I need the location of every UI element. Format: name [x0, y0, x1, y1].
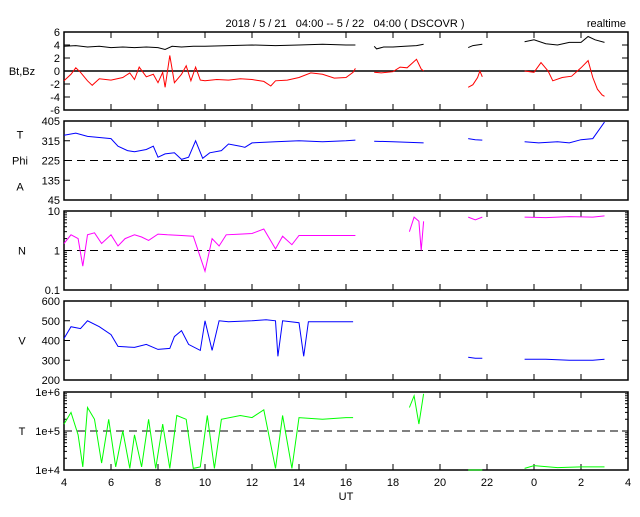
y-tick-label: 1e+4 — [35, 465, 60, 477]
y-axis-label: Bt,Bz — [9, 66, 35, 78]
series-v-line — [524, 358, 605, 361]
x-tick-label: 10 — [199, 477, 211, 489]
y-axis-label: Phi — [12, 156, 28, 168]
y-tick-label: 4 — [54, 40, 60, 52]
chart-window: 2018 / 5 / 21 04:00 -- 5 / 22 04:00 ( DS… — [0, 0, 640, 512]
series-t-line — [408, 393, 425, 425]
series-bz-line — [524, 59, 605, 97]
y-tick-label: 400 — [42, 336, 60, 348]
x-tick-label: 14 — [293, 477, 305, 489]
y-axis-label: T — [17, 130, 24, 142]
y-tick-label: 1e+6 — [35, 387, 60, 399]
y-tick-label: 225 — [42, 156, 60, 168]
x-tick-label: 4 — [61, 477, 67, 489]
x-tick-label: 0 — [531, 477, 537, 489]
y-tick-label: 315 — [42, 136, 60, 148]
y-tick-label: 6 — [54, 27, 60, 39]
x-tick-label: 2 — [578, 477, 584, 489]
series-n-line — [408, 216, 425, 251]
y-tick-label: 0 — [54, 66, 60, 78]
solar-wind-chart: 2018 / 5 / 21 04:00 -- 5 / 22 04:00 ( DS… — [9, 18, 631, 503]
y-tick-label: 135 — [42, 175, 60, 187]
panel-bt-bz: 6420-2-4-6Bt,Bz — [9, 27, 629, 117]
series-phi-line — [468, 138, 483, 141]
y-tick-label: 1 — [54, 246, 60, 258]
chart-title: 2018 / 5 / 21 04:00 -- 5 / 22 04:00 ( DS… — [225, 18, 464, 30]
series-bt-line — [468, 43, 483, 49]
x-tick-label: 20 — [434, 477, 446, 489]
x-tick-label: 12 — [246, 477, 258, 489]
y-axis-label: N — [18, 246, 26, 258]
series-phi-line — [374, 140, 424, 144]
y-tick-label: 600 — [42, 296, 60, 308]
y-axis-label: A — [16, 182, 24, 194]
series-v-line — [63, 319, 354, 357]
panel-phi: 40531522513545TPhiA — [12, 116, 629, 207]
y-tick-label: 405 — [42, 116, 60, 128]
series-n-line — [524, 215, 605, 219]
panel-temperature: 4 6 8 10 12 14 16 18 20 22 0 2 4 1e+6 1e+5 1e+4 T — [19, 387, 631, 489]
y-tick-label: 1e+5 — [35, 426, 60, 438]
series-bt-line — [373, 43, 424, 50]
series-t-line — [63, 405, 354, 470]
y-tick-label: 500 — [42, 316, 60, 328]
series-bt-line — [524, 35, 605, 46]
y-tick-label: 10 — [48, 206, 60, 218]
x-axis-label: UT — [339, 491, 354, 503]
x-tick-label: 8 — [155, 477, 161, 489]
y-tick-label: -4 — [50, 92, 60, 104]
x-tick-label: 4 — [625, 477, 631, 489]
x-tick-label: 6 — [108, 477, 114, 489]
series-v-line — [468, 356, 483, 359]
panel-velocity: 600 500 400 300 200 V — [18, 296, 629, 387]
panel-frame — [63, 300, 629, 381]
series-phi-line — [63, 132, 356, 160]
y-tick-label: 2 — [54, 53, 60, 65]
series-t-line — [524, 465, 605, 469]
y-axis-label: T — [19, 426, 26, 438]
realtime-label: realtime — [587, 18, 626, 30]
y-tick-label: 200 — [42, 375, 60, 387]
series-bz-line — [467, 69, 483, 88]
y-axis-label: V — [18, 336, 26, 348]
series-phi-line — [524, 121, 605, 144]
y-tick-label: -2 — [50, 79, 60, 91]
series-n-line — [468, 216, 483, 221]
series-bt-line — [63, 43, 356, 51]
y-tick-label: 300 — [42, 355, 60, 367]
x-tick-label: 18 — [387, 477, 399, 489]
x-tick-label: 22 — [481, 477, 493, 489]
panel-density: 1010.1N — [18, 206, 629, 297]
x-tick-label: 16 — [340, 477, 352, 489]
